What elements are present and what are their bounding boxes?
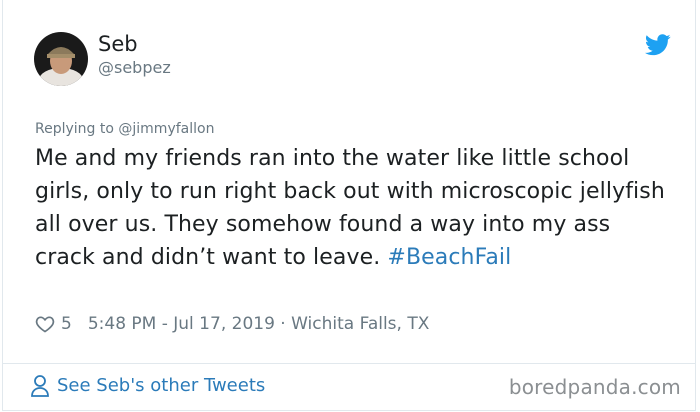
location[interactable]: Wichita Falls, TX: [291, 312, 429, 336]
replying-prefix: Replying to: [35, 121, 119, 137]
hashtag-link[interactable]: #BeachFail: [387, 245, 511, 270]
replying-to: Replying to @jimmyfallon: [35, 120, 214, 138]
tweet-meta: 5 5:48 PM - Jul 17, 2019 · Wichita Falls…: [35, 312, 429, 336]
author-name[interactable]: Seb: [98, 32, 138, 56]
tweet-body: Me and my friends ran into the water lik…: [35, 146, 665, 270]
see-other-tweets-label[interactable]: See Seb's other Tweets: [57, 374, 265, 398]
watermark: boredpanda.com: [508, 375, 681, 399]
author-handle[interactable]: @sebpez: [98, 58, 171, 78]
divider: [3, 363, 695, 364]
see-other-tweets-link[interactable]: See Seb's other Tweets: [30, 374, 265, 398]
tweet-card: Seb @sebpez Replying to @jimmyfallon Me …: [2, 0, 696, 411]
like-count[interactable]: 5: [61, 312, 72, 336]
tweet-text: Me and my friends ran into the water lik…: [35, 142, 675, 274]
person-icon: [31, 375, 49, 397]
timestamp[interactable]: 5:48 PM - Jul 17, 2019: [88, 312, 275, 336]
avatar-image: [34, 32, 88, 86]
reply-mention-link[interactable]: @jimmyfallon: [118, 121, 214, 137]
heart-icon[interactable]: [35, 314, 55, 334]
twitter-bird-icon[interactable]: [645, 34, 671, 56]
avatar[interactable]: [34, 32, 88, 86]
meta-separator: ·: [274, 314, 292, 334]
